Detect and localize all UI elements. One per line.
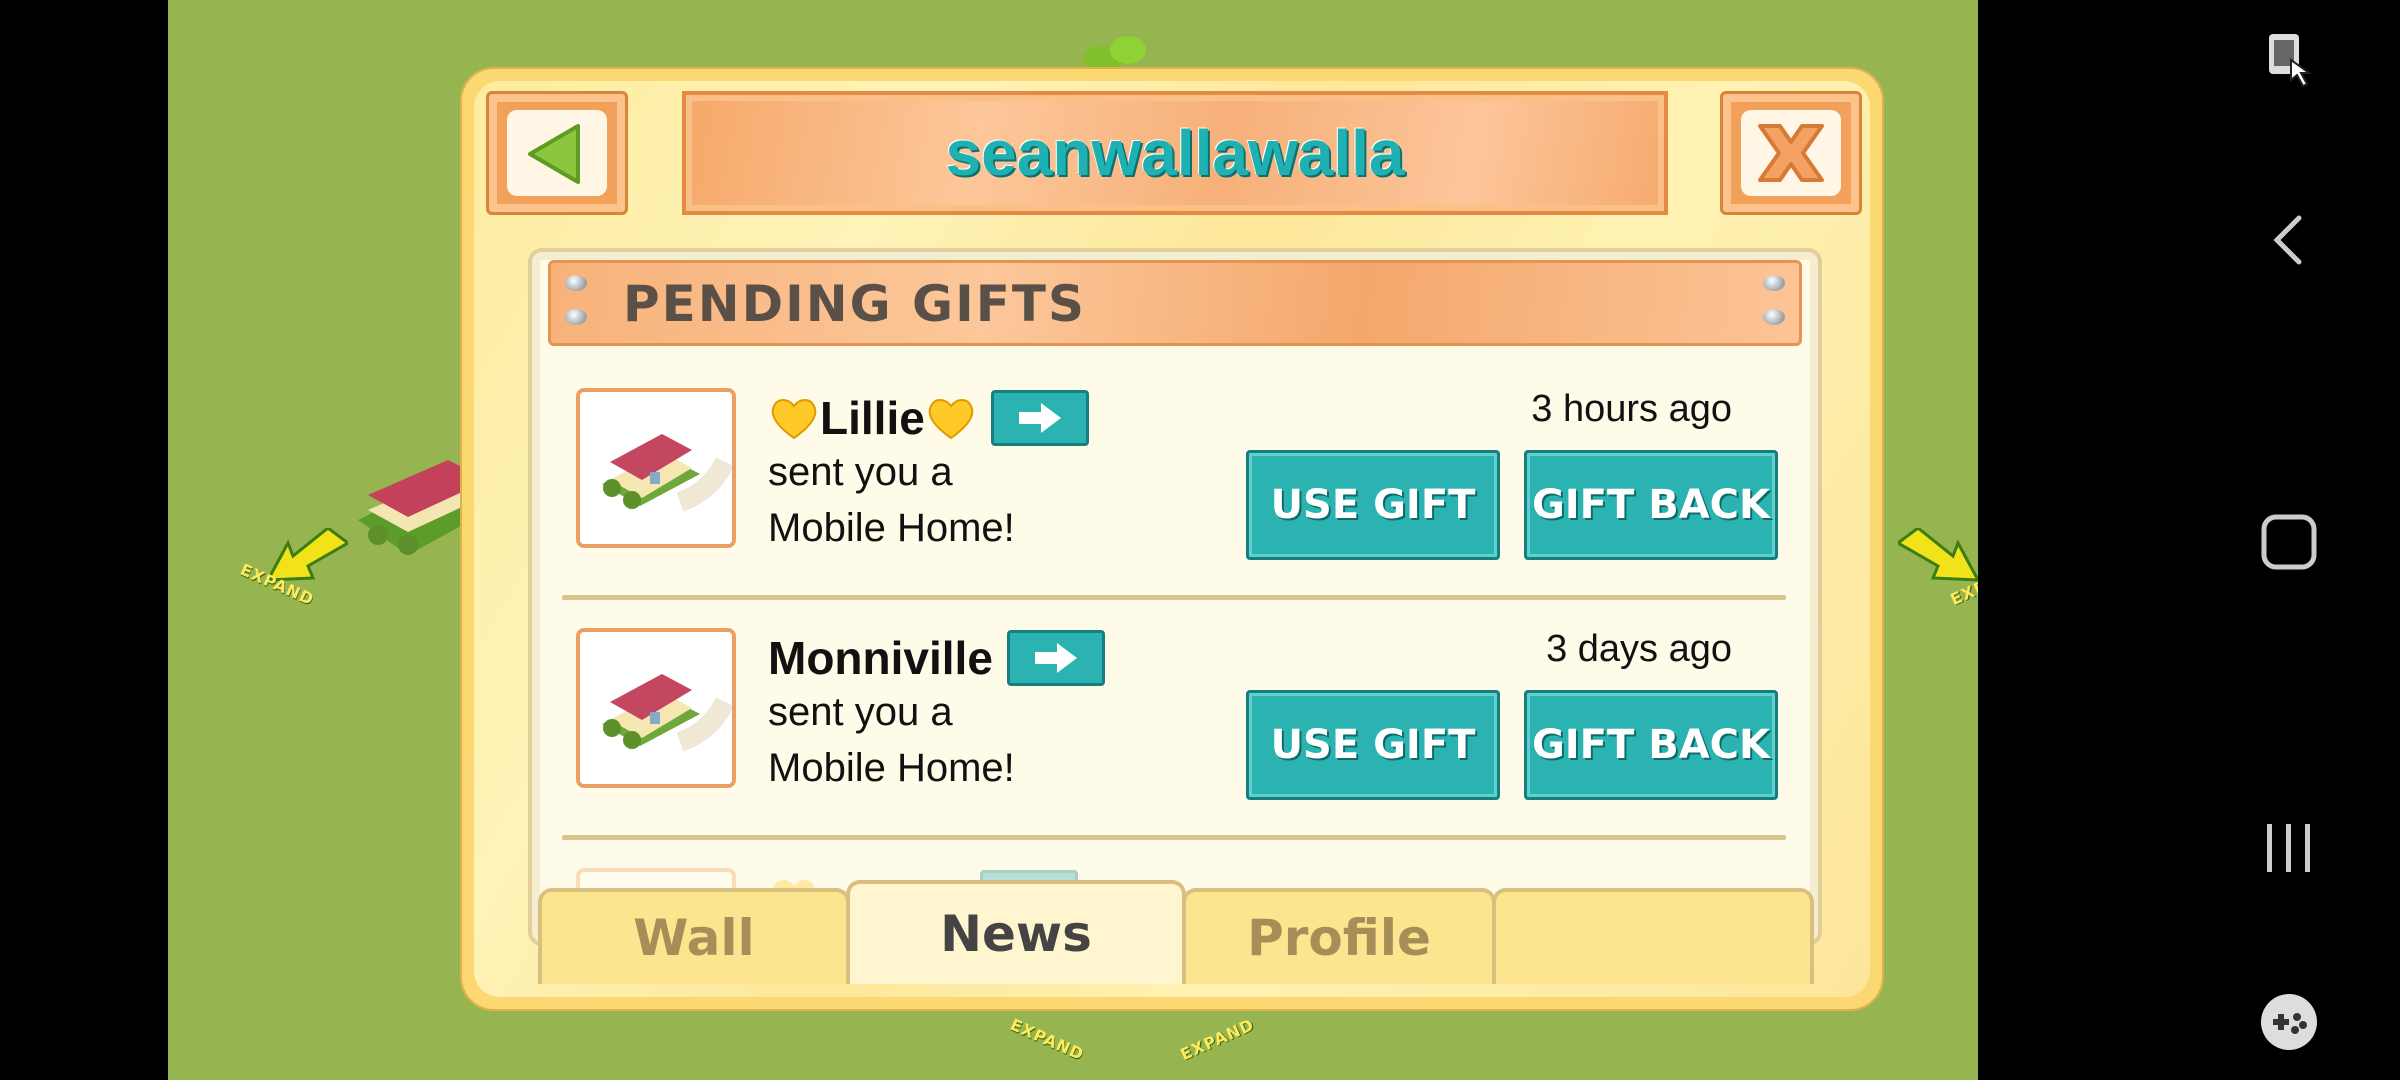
gift-timestamp: 3 days ago bbox=[1546, 628, 1732, 670]
rivet bbox=[1763, 309, 1785, 325]
tab-wall[interactable]: Wall bbox=[538, 888, 850, 984]
home-square-icon[interactable] bbox=[2178, 502, 2400, 582]
arrow-right-icon bbox=[1018, 403, 1061, 433]
gift-back-button[interactable]: GIFT BACK bbox=[1524, 690, 1778, 800]
gift-row: Lillie sent you a Mobile Home! 3 hours a… bbox=[540, 360, 1800, 600]
use-gift-button[interactable]: USE GIFT bbox=[1246, 450, 1500, 560]
sender-name: Monniville bbox=[768, 632, 993, 684]
tab-profile[interactable]: Profile bbox=[1182, 888, 1496, 984]
gift-message: sent you a Mobile Home! bbox=[768, 444, 1015, 556]
expand-label: EXPAND bbox=[1007, 1014, 1088, 1065]
close-button[interactable] bbox=[1720, 91, 1862, 215]
gift-timestamp: 3 hours ago bbox=[1531, 388, 1732, 430]
yellow-heart-icon bbox=[771, 399, 817, 440]
player-name-title: seanwallawalla bbox=[945, 117, 1405, 189]
title-banner: seanwallawalla bbox=[682, 91, 1668, 215]
back-button[interactable] bbox=[486, 91, 628, 215]
arrow-right-icon bbox=[1034, 643, 1077, 673]
recent-apps-icon[interactable] bbox=[2178, 808, 2400, 888]
expand-label: EXPAND bbox=[1177, 1014, 1258, 1065]
sender-line: Monniville bbox=[768, 628, 1105, 688]
back-chevron-icon[interactable] bbox=[2178, 200, 2400, 280]
sender-name: Lillie bbox=[820, 392, 925, 444]
use-gift-button[interactable]: USE GIFT bbox=[1246, 690, 1500, 800]
gift-message: sent you a Mobile Home! bbox=[768, 684, 1015, 796]
yellow-heart-icon bbox=[928, 399, 974, 440]
visit-profile-button[interactable] bbox=[1006, 630, 1105, 686]
close-x-icon bbox=[1741, 110, 1841, 196]
rivet bbox=[565, 309, 587, 325]
pending-gifts-title: PENDING GIFTS bbox=[623, 275, 1086, 333]
pending-gifts-header: PENDING GIFTS bbox=[548, 260, 1802, 346]
gift-back-button[interactable]: GIFT BACK bbox=[1524, 450, 1778, 560]
triangle-left-icon bbox=[507, 110, 607, 196]
tab-empty[interactable] bbox=[1492, 888, 1814, 984]
visit-profile-button[interactable] bbox=[990, 390, 1089, 446]
gift-message-line1: sent you a bbox=[768, 450, 953, 494]
system-nav-bar bbox=[2178, 0, 2400, 1080]
mobile-home-thumbnail bbox=[576, 388, 736, 548]
rivet bbox=[1763, 275, 1785, 291]
gift-message-line2: Mobile Home! bbox=[768, 506, 1015, 550]
tab-news[interactable]: News bbox=[846, 880, 1186, 984]
sender-line: Lillie bbox=[768, 388, 1089, 448]
rivet bbox=[565, 275, 587, 291]
screen-pin-icon[interactable] bbox=[2178, 20, 2400, 100]
gift-message-line2: Mobile Home! bbox=[768, 746, 1015, 790]
mobile-home-thumbnail bbox=[576, 868, 736, 890]
game-tools-icon[interactable] bbox=[2178, 982, 2400, 1062]
expand-arrow-icon[interactable] bbox=[1898, 528, 1978, 588]
gifts-list[interactable]: Lillie sent you a Mobile Home! 3 hours a… bbox=[540, 360, 1800, 890]
gift-message-line1: sent you a bbox=[768, 690, 953, 734]
mobile-home-thumbnail bbox=[576, 628, 736, 788]
gift-row: Monniville sent you a Mobile Home! 3 day… bbox=[540, 600, 1800, 840]
